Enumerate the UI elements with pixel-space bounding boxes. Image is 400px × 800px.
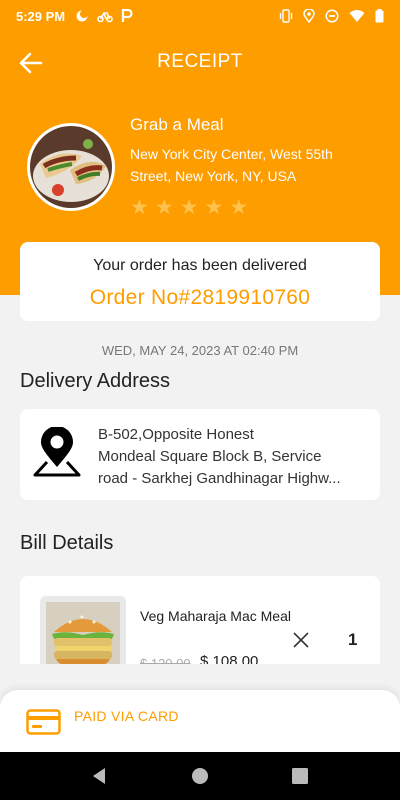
restaurant-name: Grab a Meal	[130, 115, 224, 134]
item-quantity: 1	[348, 630, 358, 649]
payment-method-bar: PAID VIA CARD	[0, 690, 400, 752]
status-time: 5:29 PM	[16, 8, 66, 24]
delivery-address-heading: Delivery Address	[20, 370, 171, 392]
restaurant-avatar	[27, 123, 115, 211]
battery-icon	[375, 9, 384, 23]
wifi-icon	[349, 10, 365, 22]
address-line: road - Sarkhej Gandhinagar Highw...	[98, 470, 341, 487]
status-bar: 5:29 PM	[0, 0, 400, 32]
rating-stars[interactable]: ★ ★ ★ ★ ★	[130, 197, 248, 219]
back-button[interactable]	[16, 48, 46, 78]
app-bar: RECEIPT	[0, 40, 400, 84]
map-pin-icon	[33, 427, 81, 477]
order-number: Order No#2819910760	[89, 286, 311, 309]
item-original-price: $ 120.00	[140, 656, 191, 664]
star-icon[interactable]: ★	[130, 197, 149, 219]
delivery-address-card: B-502,Opposite Honest Mondeal Square Blo…	[20, 409, 380, 500]
dnd-icon	[325, 9, 339, 23]
location-icon	[303, 9, 315, 23]
order-status-card: Your order has been delivered Order No#2…	[20, 242, 380, 321]
delivery-address-text: B-502,Opposite Honest Mondeal Square Blo…	[98, 424, 370, 490]
order-date: WED, MAY 24, 2023 AT 02:40 PM	[101, 343, 299, 358]
address-line: Mondeal Square Block B, Service	[98, 448, 322, 465]
close-icon[interactable]	[292, 631, 310, 649]
item-name: Veg Maharaja Mac Meal	[140, 608, 291, 624]
restaurant-info: Grab a Meal New York City Center, West 5…	[27, 113, 387, 223]
nav-back-icon[interactable]	[89, 766, 109, 786]
item-image	[40, 596, 126, 664]
order-status-text: Your order has been delivered	[93, 257, 307, 274]
page-title: RECEIPT	[157, 51, 243, 72]
burger-image	[46, 602, 120, 664]
star-icon[interactable]: ★	[229, 197, 248, 219]
star-icon[interactable]: ★	[180, 197, 199, 219]
food-wrap-image	[30, 126, 112, 208]
parking-icon	[122, 9, 133, 22]
back-arrow-icon	[19, 52, 43, 74]
payment-method-label: PAID VIA CARD	[74, 708, 179, 724]
nav-recents-icon[interactable]	[290, 766, 310, 786]
system-nav-bar	[0, 752, 400, 800]
sun-moon-icon	[76, 10, 89, 22]
item-price: $ 108.00	[200, 653, 259, 664]
star-icon[interactable]: ★	[204, 197, 223, 219]
restaurant-address: New York City Center, West 55th Street, …	[130, 146, 333, 184]
credit-card-icon	[26, 709, 61, 735]
bike-icon	[97, 12, 113, 23]
star-icon[interactable]: ★	[155, 197, 174, 219]
bill-details-heading: Bill Details	[20, 532, 114, 554]
nav-home-icon[interactable]	[190, 766, 210, 786]
status-right-icons	[279, 9, 384, 23]
bill-details-card: Veg Maharaja Mac Meal $ 120.00 $ 108.00 …	[20, 576, 380, 664]
status-left-icons	[75, 9, 133, 23]
vibrate-icon	[279, 9, 293, 23]
address-line: B-502,Opposite Honest	[98, 426, 254, 443]
